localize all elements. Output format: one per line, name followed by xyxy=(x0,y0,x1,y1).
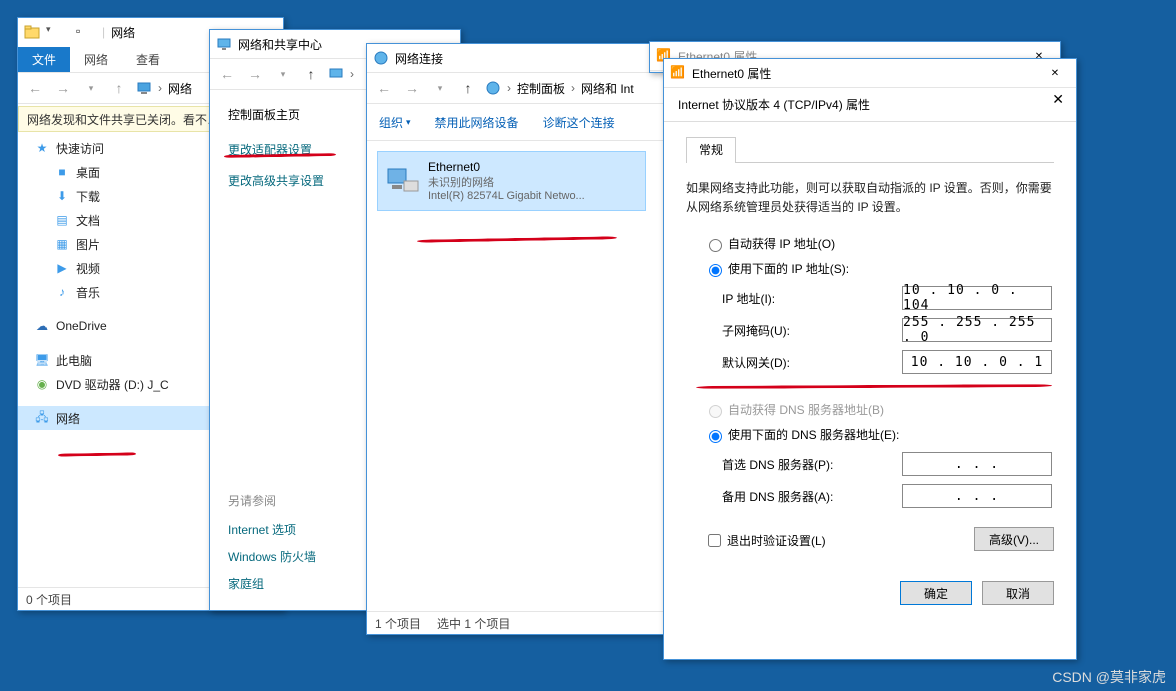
dvd-icon: ◉ xyxy=(34,376,50,392)
connections-icon xyxy=(485,80,501,96)
ipv4-window: 📶 Ethernet0 属性 ✕ Internet 协议版本 4 (TCP/IP… xyxy=(663,58,1077,660)
link-homegroup[interactable]: 家庭组 xyxy=(228,575,316,592)
back-icon[interactable]: ← xyxy=(373,77,395,99)
ribbon-file[interactable]: 文件 xyxy=(18,47,70,72)
dns2-label: 备用 DNS 服务器(A): xyxy=(722,488,902,505)
ipv4-title: Internet 协议版本 4 (TCP/IPv4) 属性 xyxy=(664,88,1076,122)
tab-general[interactable]: 常规 xyxy=(686,137,736,163)
network-icon: 🖧 xyxy=(34,410,50,426)
ipv4-description: 如果网络支持此功能，则可以获取自动指派的 IP 设置。否则，你需要从网络系统管理… xyxy=(686,179,1054,217)
back-icon[interactable]: ← xyxy=(216,63,238,85)
annotation-ink xyxy=(417,236,617,242)
sharing-icon xyxy=(216,36,232,52)
folder-icon xyxy=(24,24,40,40)
tab-strip: 常规 xyxy=(686,136,1054,163)
radio-auto-dns: 自动获得 DNS 服务器地址(B) xyxy=(704,401,1054,418)
ribbon-view[interactable]: 查看 xyxy=(122,47,174,72)
validate-checkbox[interactable] xyxy=(708,534,721,547)
dropdown-icon[interactable]: ▾ xyxy=(272,63,294,85)
disable-device-button[interactable]: 禁用此网络设备 xyxy=(435,114,519,131)
up-icon[interactable]: ↑ xyxy=(300,63,322,85)
drive-icon: ▫ xyxy=(76,24,92,40)
mask-label: 子网掩码(U): xyxy=(722,322,902,339)
radio-manual-dns[interactable]: 使用下面的 DNS 服务器地址(E): xyxy=(704,426,1054,443)
status-text: 0 个项目 xyxy=(26,591,72,608)
pc-icon: 🖥 xyxy=(34,352,50,368)
up-icon[interactable]: ↑ xyxy=(457,77,479,99)
close-icon[interactable]: ✕ xyxy=(1040,62,1070,84)
status-selected: 选中 1 个项目 xyxy=(437,615,510,632)
dns1-input[interactable]: . . . xyxy=(902,452,1052,476)
adapter-name: Ethernet0 xyxy=(428,160,585,174)
pictures-icon: ▦ xyxy=(54,236,70,252)
desktop-icon: ■ xyxy=(54,164,70,180)
cancel-button[interactable]: 取消 xyxy=(982,581,1054,605)
advanced-button[interactable]: 高级(V)... xyxy=(974,527,1054,551)
adapter-icon xyxy=(384,163,420,199)
ethernet-icon: 📶 xyxy=(670,65,686,81)
close-icon[interactable]: ✕ xyxy=(1052,91,1064,108)
ip-input[interactable]: 10 . 10 . 0 . 104 xyxy=(902,286,1052,310)
ip-label: IP 地址(I): xyxy=(722,290,902,307)
forward-icon: → xyxy=(244,63,266,85)
gw-input[interactable]: 10 . 10 . 0 . 1 xyxy=(902,350,1052,374)
ethernet-card[interactable]: Ethernet0 未识别的网络 Intel(R) 82574L Gigabit… xyxy=(377,151,646,211)
breadcrumb-sep: › xyxy=(158,81,162,95)
status-count: 1 个项目 xyxy=(375,615,421,632)
adapter-status: 未识别的网络 xyxy=(428,174,585,190)
doc-icon: ▤ xyxy=(54,212,70,228)
ribbon-network[interactable]: 网络 xyxy=(70,47,122,72)
sharing-icon xyxy=(328,66,344,82)
up-icon[interactable]: ↑ xyxy=(108,77,130,99)
gw-label: 默认网关(D): xyxy=(722,354,902,371)
link-internet-options[interactable]: Internet 选项 xyxy=(228,521,316,538)
dns1-label: 首选 DNS 服务器(P): xyxy=(722,456,902,473)
breadcrumb-cp[interactable]: 控制面板 xyxy=(517,80,565,97)
validate-label: 退出时验证设置(L) xyxy=(727,532,826,549)
diagnose-button[interactable]: 诊断这个连接 xyxy=(543,114,615,131)
down-icon[interactable]: ▾ xyxy=(46,24,62,40)
ok-button[interactable]: 确定 xyxy=(900,581,972,605)
download-icon: ⬇ xyxy=(54,188,70,204)
breadcrumb-network[interactable]: 网络 xyxy=(168,80,192,97)
videos-icon: ▶ xyxy=(54,260,70,276)
forward-icon: → xyxy=(52,77,74,99)
see-also-header: 另请参阅 xyxy=(228,492,316,509)
radio-auto-ip[interactable]: 自动获得 IP 地址(O) xyxy=(704,235,1054,252)
link-firewall[interactable]: Windows 防火墙 xyxy=(228,548,316,565)
star-icon: ★ xyxy=(34,140,50,156)
forward-icon: → xyxy=(401,77,423,99)
music-icon: ♪ xyxy=(54,284,70,300)
radio-manual-ip[interactable]: 使用下面的 IP 地址(S): xyxy=(704,260,1054,277)
dropdown-icon[interactable]: ▾ xyxy=(429,77,451,99)
dns2-input[interactable]: . . . xyxy=(902,484,1052,508)
back-icon[interactable]: ← xyxy=(24,77,46,99)
dropdown-icon[interactable]: ▾ xyxy=(80,77,102,99)
network-icon xyxy=(136,80,152,96)
chevron-down-icon: ▾ xyxy=(406,117,411,128)
ipv4-title-sub: Ethernet0 属性 xyxy=(692,65,1040,82)
adapter-model: Intel(R) 82574L Gigabit Netwo... xyxy=(428,190,585,202)
notice-text: 网络发现和文件共享已关闭。看不… xyxy=(27,111,219,128)
mask-input[interactable]: 255 . 255 . 255 . 0 xyxy=(902,318,1052,342)
ipv4-titlebar: 📶 Ethernet0 属性 ✕ xyxy=(664,59,1076,88)
watermark: CSDN @莫非家虎 xyxy=(1052,667,1166,687)
breadcrumb-net[interactable]: 网络和 Int xyxy=(581,80,634,97)
onedrive-icon: ☁ xyxy=(34,318,50,334)
connections-icon xyxy=(373,50,389,66)
organize-menu[interactable]: 组织▾ xyxy=(379,114,411,131)
